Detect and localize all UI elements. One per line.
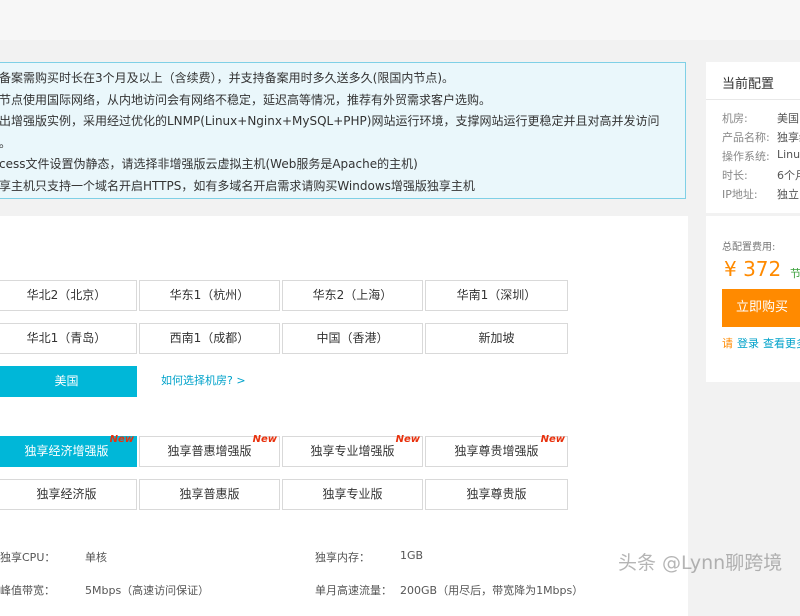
edition-option[interactable]: 独享专业增强版 New bbox=[282, 434, 423, 467]
notice-line: 节点使用国际网络，从内地访问会有网络不稳定，延迟高等情况，推荐有外贸需求客户选购… bbox=[0, 92, 492, 107]
config-row-ip: IP地址: 独立IP bbox=[722, 186, 800, 202]
config-row-os: 操作系统: Linux bbox=[722, 148, 800, 164]
buy-now-button[interactable]: 立即购买 bbox=[722, 289, 800, 327]
edition-option[interactable]: 独享经济版 bbox=[0, 479, 137, 510]
config-value: 6个月 bbox=[777, 169, 800, 182]
region-option[interactable]: 华北2（北京） bbox=[0, 280, 137, 311]
region-option[interactable]: 华东1（杭州） bbox=[139, 280, 280, 311]
order-summary-panel: 总配置费用: ¥ 372 节 立即购买 请登录查看更多 bbox=[706, 216, 800, 382]
current-config-title: 当前配置 bbox=[722, 77, 775, 92]
memory-label: 独享内存： bbox=[315, 551, 370, 564]
edition-option[interactable]: 独享普惠增强版 New bbox=[139, 434, 280, 467]
config-row-duration: 时长: 6个月 bbox=[722, 167, 800, 183]
config-value: Linux bbox=[777, 148, 800, 161]
traffic-value: 200GB（用尽后，带宽降为1Mbps） bbox=[400, 584, 584, 597]
region-option[interactable]: 华北1（青岛） bbox=[0, 323, 137, 354]
login-hint: 请登录查看更多 bbox=[722, 335, 800, 351]
traffic-label: 单月高速流量： bbox=[315, 584, 392, 597]
top-header-band bbox=[0, 0, 800, 40]
edition-option[interactable]: 独享专业版 bbox=[282, 479, 423, 510]
cpu-label: 独享CPU： bbox=[0, 551, 56, 564]
region-option[interactable]: 中国（香港） bbox=[282, 323, 423, 354]
config-row-product: 产品名称: 独享经 bbox=[722, 129, 800, 145]
edition-option[interactable]: 独享普惠版 bbox=[139, 479, 280, 510]
divider bbox=[706, 99, 800, 100]
edition-label: 独享专业增强版 bbox=[310, 444, 395, 458]
config-label: 产品名称: bbox=[722, 131, 770, 144]
config-label: 操作系统: bbox=[722, 150, 770, 163]
config-value: 独享经 bbox=[777, 131, 800, 144]
notice-line: 备案需购买时长在3个月及以上（含续费），并支持备案用时多久送多久(限国内节点)。 bbox=[0, 71, 455, 85]
config-row-region: 机房: 美国 bbox=[722, 110, 799, 126]
region-option-selected[interactable]: 美国 bbox=[0, 366, 137, 397]
new-badge: New bbox=[395, 434, 420, 445]
config-value: 独立IP bbox=[777, 188, 800, 201]
new-badge: New bbox=[252, 434, 277, 445]
cpu-value: 单核 bbox=[85, 551, 107, 564]
total-cost-label: 总配置费用: bbox=[722, 242, 776, 253]
current-config-panel: 当前配置 机房: 美国 产品名称: 独享经 操作系统: Linux 时长: 6个… bbox=[706, 62, 800, 213]
config-label: 机房: bbox=[722, 112, 748, 125]
new-badge: New bbox=[109, 434, 134, 445]
view-more-link[interactable]: 查看更多 bbox=[763, 337, 800, 350]
watermark: 头条 @Lynn聊跨境 bbox=[618, 552, 783, 574]
new-badge: New bbox=[540, 434, 565, 445]
config-label: 时长: bbox=[722, 169, 748, 182]
how-to-choose-region-link[interactable]: 如何选择机房? > bbox=[161, 372, 246, 388]
bandwidth-value: 5Mbps（高速访问保证） bbox=[85, 584, 210, 597]
edition-option[interactable]: 独享尊贵版 bbox=[425, 479, 568, 510]
notice-line: 出增强版实例，采用经过优化的LNMP(Linux+Nginx+MySQL+PHP… bbox=[0, 114, 660, 128]
config-value: 美国 bbox=[777, 112, 799, 125]
edition-label: 独享尊贵增强版 bbox=[454, 444, 539, 458]
edition-option-selected[interactable]: 独享经济增强版 New bbox=[0, 434, 137, 467]
notice-line: cess文件设置伪静态，请选择非增强版云虚拟主机(Web服务是Apache的主机… bbox=[0, 157, 418, 171]
edition-label: 独享普惠增强版 bbox=[167, 444, 252, 458]
hint-text: 请 bbox=[722, 337, 733, 350]
region-option[interactable]: 华东2（上海） bbox=[282, 280, 423, 311]
bandwidth-label: 峰值带宽： bbox=[0, 584, 55, 597]
login-link[interactable]: 登录 bbox=[737, 337, 759, 350]
edition-option[interactable]: 独享尊贵增强版 New bbox=[425, 434, 568, 467]
memory-value: 1GB bbox=[400, 549, 424, 562]
region-option[interactable]: 西南1（成都） bbox=[139, 323, 280, 354]
config-label: IP地址: bbox=[722, 188, 758, 201]
total-price: ¥ 372 bbox=[724, 257, 782, 281]
region-option[interactable]: 华南1（深圳） bbox=[425, 280, 568, 311]
notice-box: 备案需购买时长在3个月及以上（含续费），并支持备案用时多久送多久(限国内节点)。… bbox=[0, 62, 686, 199]
notice-line: 享主机只支持一个域名开启HTTPS，如有多域名开启需求请购买Windows增强版… bbox=[0, 178, 475, 193]
region-option[interactable]: 新加坡 bbox=[425, 323, 568, 354]
notice-line: 。 bbox=[0, 135, 12, 150]
edition-label: 独享经济增强版 bbox=[24, 444, 109, 458]
savings-text: 节 bbox=[790, 267, 800, 280]
